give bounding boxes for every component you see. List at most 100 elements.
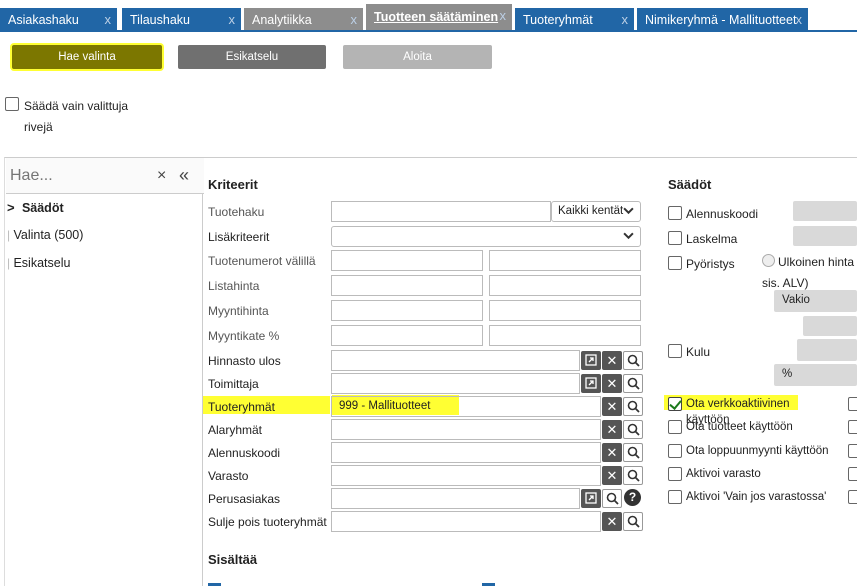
open-icon[interactable] [581, 351, 601, 370]
myyntikate-from-input[interactable] [331, 325, 483, 346]
listahinta-to-input[interactable] [489, 275, 641, 296]
close-icon[interactable]: x [229, 12, 236, 27]
close-icon[interactable]: x [500, 8, 507, 23]
kulu-field[interactable] [797, 339, 857, 361]
vain-varastossa-checkbox[interactable] [668, 490, 682, 504]
adjust-selected-checkbox[interactable] [5, 97, 19, 111]
esikatselu-button[interactable]: Esikatselu [178, 45, 326, 69]
verkkoaktiivinen-checkbox[interactable] [668, 397, 682, 411]
aloita-button[interactable]: Aloita [343, 45, 492, 69]
tuotteet-kayttoon-checkbox[interactable] [668, 420, 682, 434]
close-icon[interactable]: x [622, 12, 629, 27]
sidebar-item-valinta[interactable]: | Valinta (500) [7, 228, 83, 242]
collapse-icon[interactable]: « [179, 165, 189, 186]
tab-tuoteryhmat[interactable]: Tuoteryhmät x [515, 8, 634, 31]
loppuunmyynti-label: Ota loppuunmyynti käyttöön [686, 445, 829, 457]
tab-tuotteen-saataminen[interactable]: Tuotteen säätäminen x [366, 4, 512, 31]
search-icon[interactable] [623, 374, 643, 393]
tuotenumero-to-input[interactable] [489, 250, 641, 271]
search-icon[interactable] [602, 489, 622, 508]
search-icon[interactable] [623, 420, 643, 439]
listahinta-from-input[interactable] [331, 275, 483, 296]
tab-label: Analytiikka [252, 13, 312, 27]
alaryhmat-input[interactable] [331, 419, 601, 440]
search-icon[interactable] [623, 466, 643, 485]
alennuskoodi-input[interactable] [331, 442, 601, 463]
tuotenumero-from-input[interactable] [331, 250, 483, 271]
perusasiakas-input[interactable] [331, 488, 580, 509]
criteria-label: Listahinta [208, 279, 260, 293]
hinnasto-ulos-input[interactable] [331, 350, 580, 371]
search-icon[interactable] [623, 397, 643, 416]
right-column-checkbox[interactable] [848, 420, 857, 434]
sidebar-item-label: Säädöt [21, 201, 64, 215]
close-icon[interactable]: x [796, 12, 803, 27]
help-icon[interactable]: ? [624, 489, 641, 506]
sulje-pois-input[interactable] [331, 511, 601, 532]
myyntihinta-to-input[interactable] [489, 300, 641, 321]
sidebar-search-input[interactable] [10, 164, 150, 188]
myyntikate-to-input[interactable] [489, 325, 641, 346]
toimittaja-input[interactable] [331, 373, 580, 394]
right-column-checkbox[interactable] [848, 490, 857, 504]
close-icon[interactable]: ✕ [602, 512, 622, 531]
criteria-title: Kriteerit [208, 177, 258, 192]
kulu-label: Kulu [686, 345, 711, 359]
tab-label: Tuotteen säätäminen [374, 10, 499, 24]
close-icon[interactable]: ✕ [602, 374, 622, 393]
search-icon[interactable] [623, 351, 643, 370]
criteria-label: Perusasiakas [208, 492, 281, 506]
close-icon[interactable]: x [351, 12, 358, 27]
close-icon[interactable]: x [105, 12, 112, 27]
close-icon[interactable]: ✕ [602, 397, 622, 416]
open-icon[interactable] [581, 489, 601, 508]
chevron-right-icon: > [7, 200, 15, 215]
varasto-input[interactable] [331, 465, 601, 486]
criteria-label: Toimittaja [208, 377, 259, 391]
close-icon[interactable]: ✕ [602, 351, 622, 370]
aktivoi-varasto-checkbox[interactable] [668, 467, 682, 481]
close-icon[interactable]: ✕ [602, 466, 622, 485]
alennuskoodi-checkbox[interactable] [668, 206, 682, 220]
select-value: Vakio [782, 294, 810, 306]
close-icon[interactable]: ✕ [602, 420, 622, 439]
chevron-down-icon [623, 230, 634, 244]
main-divider [203, 157, 857, 158]
ulkoinen-hinta-radio[interactable] [762, 254, 775, 267]
tab-nimikeryhma[interactable]: Nimikeryhmä - Mallituotteet x [637, 8, 808, 31]
tab-analytiikka[interactable]: Analytiikka x [244, 8, 363, 31]
lisakriteerit-select[interactable] [331, 226, 641, 247]
close-icon[interactable]: ✕ [602, 443, 622, 462]
kulu-unit-select[interactable]: % [774, 364, 857, 386]
tuotehaku-input[interactable] [331, 201, 551, 222]
search-icon[interactable] [623, 512, 643, 531]
hae-valinta-button[interactable]: Hae valinta [12, 45, 162, 69]
myyntihinta-from-input[interactable] [331, 300, 483, 321]
right-column-checkbox[interactable] [848, 397, 857, 411]
sidebar-item-saadot[interactable]: > Säädöt [7, 200, 64, 215]
tab-underline [0, 30, 857, 32]
sidebar-search: × « [6, 158, 204, 194]
criteria-label: Alennuskoodi [208, 446, 281, 460]
vakio-select[interactable]: Vakio [774, 290, 857, 312]
tab-tilaushaku[interactable]: Tilaushaku x [122, 8, 241, 31]
vain-varastossa-label: Aktivoi 'Vain jos varastossa' [686, 491, 827, 503]
sidebar-item-esikatselu[interactable]: | Esikatselu [7, 256, 70, 270]
search-icon[interactable] [623, 443, 643, 462]
pyoristys-value-field[interactable] [803, 316, 857, 336]
tuoteryhmat-input[interactable]: 999 - Mallituotteet [331, 396, 601, 417]
tuotehaku-field-select[interactable]: Kaikki kentät [551, 201, 641, 222]
laskelma-field[interactable] [793, 226, 857, 246]
clear-icon[interactable]: × [157, 167, 166, 185]
adjustments-title: Säädöt [668, 177, 712, 192]
kulu-checkbox[interactable] [668, 344, 682, 358]
right-column-checkbox[interactable] [848, 467, 857, 481]
alennuskoodi-field[interactable] [793, 201, 857, 221]
right-column-checkbox[interactable] [848, 444, 857, 458]
pyoristys-checkbox[interactable] [668, 256, 682, 270]
loppuunmyynti-checkbox[interactable] [668, 444, 682, 458]
laskelma-checkbox[interactable] [668, 231, 682, 245]
open-icon[interactable] [581, 374, 601, 393]
tab-asiakashaku[interactable]: Asiakashaku x [0, 8, 117, 31]
tuotteet-kayttoon-label: Ota tuotteet käyttöön [686, 421, 793, 433]
